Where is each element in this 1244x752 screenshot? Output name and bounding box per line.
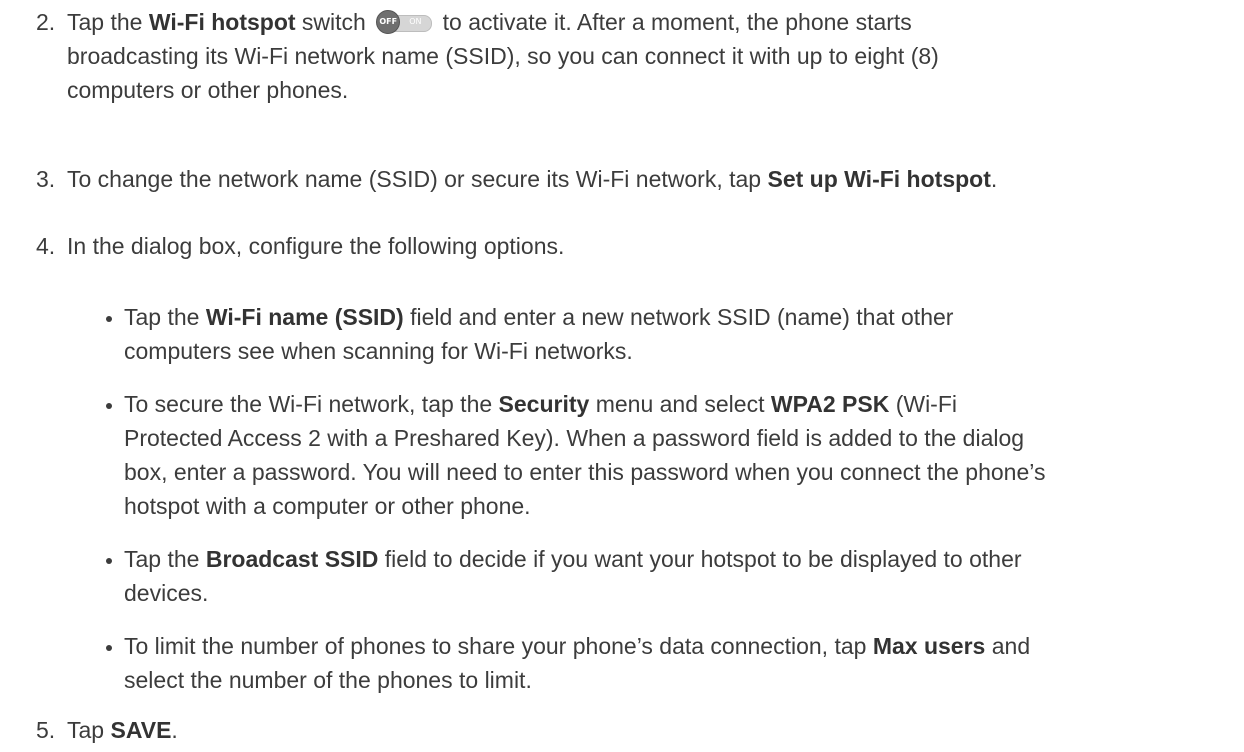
line: broadcasting its Wi-Fi network name (SSI… <box>67 43 939 69</box>
text-run: . <box>990 166 998 192</box>
line: devices. <box>124 580 209 606</box>
save-term: SAVE <box>110 717 172 743</box>
bullet-icon <box>106 645 112 651</box>
line: Tap the Broadcast SSID field to decide i… <box>124 542 1224 576</box>
line: Tap the Wi-Fi name (SSID) field and ente… <box>124 300 1224 334</box>
switch-off-label: OFF <box>379 17 398 26</box>
set-up-wifi-hotspot-term: Set up Wi-Fi hotspot <box>767 166 991 192</box>
text-run: Tap the <box>124 304 206 330</box>
line: computers see when scanning for Wi-Fi ne… <box>124 338 633 364</box>
text-run: switch <box>295 9 373 35</box>
document-page: 2. Tap the Wi-Fi hotspot switch ON OFF to… <box>0 0 1244 752</box>
bullet-text: Tap the Wi-Fi name (SSID) field and ente… <box>124 300 1224 368</box>
step-number: 2. <box>36 9 56 35</box>
text-run: To change the network name (SSID) or sec… <box>67 166 768 192</box>
bullet-text: Tap the Broadcast SSID field to decide i… <box>124 542 1224 610</box>
text-run: . <box>171 717 178 743</box>
bullet-text: To secure the Wi-Fi network, tap the Sec… <box>124 387 1224 523</box>
bullet-text: To limit the number of phones to share y… <box>124 629 1224 697</box>
wifi-name-term: Wi-Fi name (SSID) <box>205 304 404 330</box>
text-run: (Wi-Fi <box>889 391 957 417</box>
step-3-text: To change the network name (SSID) or sec… <box>67 162 1227 196</box>
wifi-hotspot-term: Wi-Fi hotspot <box>148 9 296 35</box>
step-2-text: Tap the Wi-Fi hotspot switch ON OFF to ac… <box>67 5 1227 107</box>
line: To secure the Wi-Fi network, tap the Sec… <box>124 387 1224 421</box>
line: Tap the Wi-Fi hotspot switch ON OFF to ac… <box>67 5 1227 39</box>
line: select the number of the phones to limit… <box>124 667 532 693</box>
line: computers or other phones. <box>67 77 349 103</box>
step-number: 4. <box>36 233 56 259</box>
text-run: Tap the <box>124 546 206 572</box>
security-term: Security <box>498 391 590 417</box>
text-run: field and enter a new network SSID (name… <box>403 304 954 330</box>
switch-on-label: ON <box>409 17 422 26</box>
line: hotspot with a computer or other phone. <box>124 493 531 519</box>
text-run: and <box>985 633 1031 659</box>
bullet-icon <box>106 403 112 409</box>
step-4-text: In the dialog box, configure the followi… <box>67 233 565 259</box>
broadcast-ssid-term: Broadcast SSID <box>205 546 379 572</box>
wifi-hotspot-switch-icon: ON OFF <box>376 10 433 34</box>
step-number: 5. <box>36 717 56 743</box>
bullet-icon <box>106 558 112 564</box>
step-number: 3. <box>36 166 56 192</box>
text-run: field to decide if you want your hotspot… <box>378 546 1022 572</box>
text-run: menu and select <box>589 391 771 417</box>
line: Protected Access 2 with a Preshared Key)… <box>124 425 1025 451</box>
line: box, enter a password. You will need to … <box>124 459 1046 485</box>
text-run: Tap the <box>67 9 149 35</box>
text-run: To limit the number of phones to share y… <box>124 633 873 659</box>
text-run: to activate it. After a moment, the phon… <box>436 9 912 35</box>
step-5-text: Tap SAVE. <box>67 713 1227 747</box>
text-run: To secure the Wi-Fi network, tap the <box>124 391 499 417</box>
bullet-icon <box>106 316 112 322</box>
max-users-term: Max users <box>872 633 986 659</box>
text-run: Tap <box>67 717 111 743</box>
line: To limit the number of phones to share y… <box>124 629 1224 663</box>
wpa2-psk-term: WPA2 PSK <box>770 391 890 417</box>
